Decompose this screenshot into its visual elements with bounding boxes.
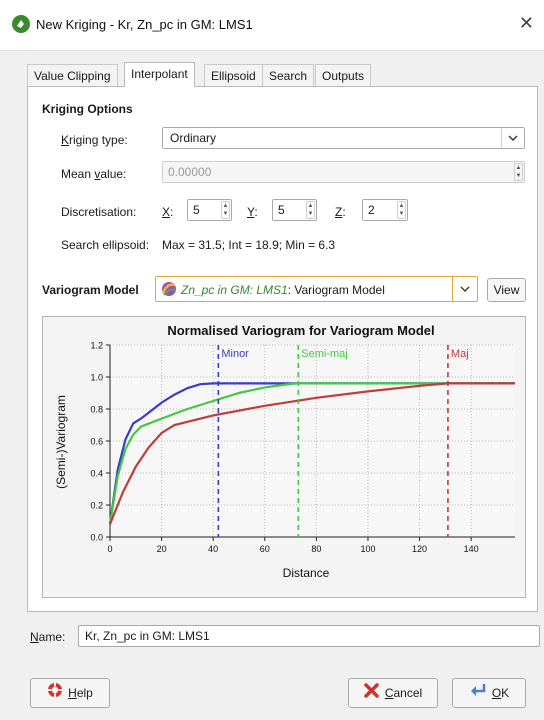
y-tick-label: 0.8 <box>90 405 103 415</box>
name-field[interactable] <box>78 625 540 647</box>
variogram-model-label: Variogram Model <box>42 283 139 297</box>
y-tick-label: 1.0 <box>90 373 103 383</box>
x-tick-label: 100 <box>360 544 375 554</box>
range-marker-label: Maj <box>451 348 469 360</box>
mean-value-label: Mean value: <box>61 167 127 181</box>
x-axis-label: Distance <box>283 566 330 580</box>
kriging-type-label: Kriging type: <box>61 133 128 147</box>
close-icon[interactable]: ✕ <box>519 13 534 34</box>
name-label: Name: <box>30 630 66 644</box>
chart-title: Normalised Variogram for Variogram Model <box>167 323 434 338</box>
x-tick-label: 40 <box>208 544 218 554</box>
x-tick-label: 140 <box>464 544 479 554</box>
y-tick-label: 0.2 <box>90 501 103 511</box>
mean-value-input[interactable]: 0.00000 ▲ ▼ <box>162 161 525 183</box>
ok-button[interactable]: OK <box>452 678 526 708</box>
tab-interpolant[interactable]: Interpolant <box>124 62 195 87</box>
disc-z-spinner[interactable]: 2 ▲ ▼ <box>362 199 408 221</box>
y-tick-label: 0.0 <box>90 533 103 543</box>
y-tick-label: 0.4 <box>90 469 103 479</box>
help-lifebuoy-icon <box>47 680 63 708</box>
variogram-model-value: Zn_pc in GM: LMS1: Variogram Model <box>181 283 385 297</box>
spinner-arrows-icon[interactable]: ▲ ▼ <box>221 201 230 219</box>
disc-x-label: X: <box>162 205 174 219</box>
title-bar: New Kriging - Kr, Zn_pc in GM: LMS1 ✕ <box>0 0 544 51</box>
y-tick-label: 1.2 <box>90 341 103 351</box>
x-tick-label: 80 <box>311 544 321 554</box>
disc-y-spinner[interactable]: 5 ▲ ▼ <box>272 199 317 221</box>
x-tick-label: 0 <box>107 544 112 554</box>
x-tick-label: 20 <box>157 544 167 554</box>
disc-y-label: Y: <box>247 205 258 219</box>
range-marker-label: Semi-maj <box>301 348 347 360</box>
chevron-down-icon[interactable] <box>452 277 477 301</box>
tab-search[interactable]: Search <box>262 64 315 86</box>
variogram-chart: Normalised Variogram for Variogram Model… <box>42 316 526 598</box>
discretisation-label: Discretisation: <box>61 205 137 219</box>
name-input[interactable] <box>85 629 525 643</box>
spinner-arrows-icon[interactable]: ▲ ▼ <box>306 201 315 219</box>
tab-outputs[interactable]: Outputs <box>315 64 372 86</box>
y-axis-label: (Semi-)Variogram <box>54 395 68 489</box>
disc-x-spinner[interactable]: 5 ▲ ▼ <box>187 199 232 221</box>
chevron-down-icon[interactable] <box>501 128 524 148</box>
disc-z-label: Z: <box>335 205 346 219</box>
variogram-model-icon <box>161 281 177 300</box>
spinner-arrows-icon[interactable]: ▲ ▼ <box>514 163 523 181</box>
spinner-arrows-icon[interactable]: ▲ ▼ <box>397 201 406 219</box>
kriging-type-dropdown[interactable]: Ordinary <box>162 127 525 149</box>
variogram-model-dropdown[interactable]: Zn_pc in GM: LMS1: Variogram Model <box>155 276 478 302</box>
cancel-button[interactable]: Cancel <box>348 678 438 708</box>
tab-ellipsoid[interactable]: Ellipsoid <box>204 64 263 86</box>
view-button[interactable]: View <box>487 278 526 302</box>
y-tick-label: 0.6 <box>90 437 103 447</box>
range-marker-label: Minor <box>221 348 249 360</box>
window-title: New Kriging - Kr, Zn_pc in GM: LMS1 <box>36 17 253 32</box>
tab-value-clipping[interactable]: Value Clipping <box>27 64 118 86</box>
kriging-type-value: Ordinary <box>170 131 217 145</box>
search-ellipsoid-value: Max = 31.5; Int = 18.9; Min = 6.3 <box>162 238 336 252</box>
cancel-x-icon <box>364 680 380 708</box>
kriging-options-heading: Kriging Options <box>42 102 133 116</box>
x-tick-label: 120 <box>412 544 427 554</box>
help-button[interactable]: Help <box>30 678 110 708</box>
ok-arrow-icon <box>469 680 487 708</box>
x-tick-label: 60 <box>260 544 270 554</box>
variogram-chart-svg: Normalised Variogram for Variogram Model… <box>54 323 515 580</box>
app-logo-icon <box>12 15 30 33</box>
search-ellipsoid-label: Search ellipsoid: <box>61 238 150 252</box>
